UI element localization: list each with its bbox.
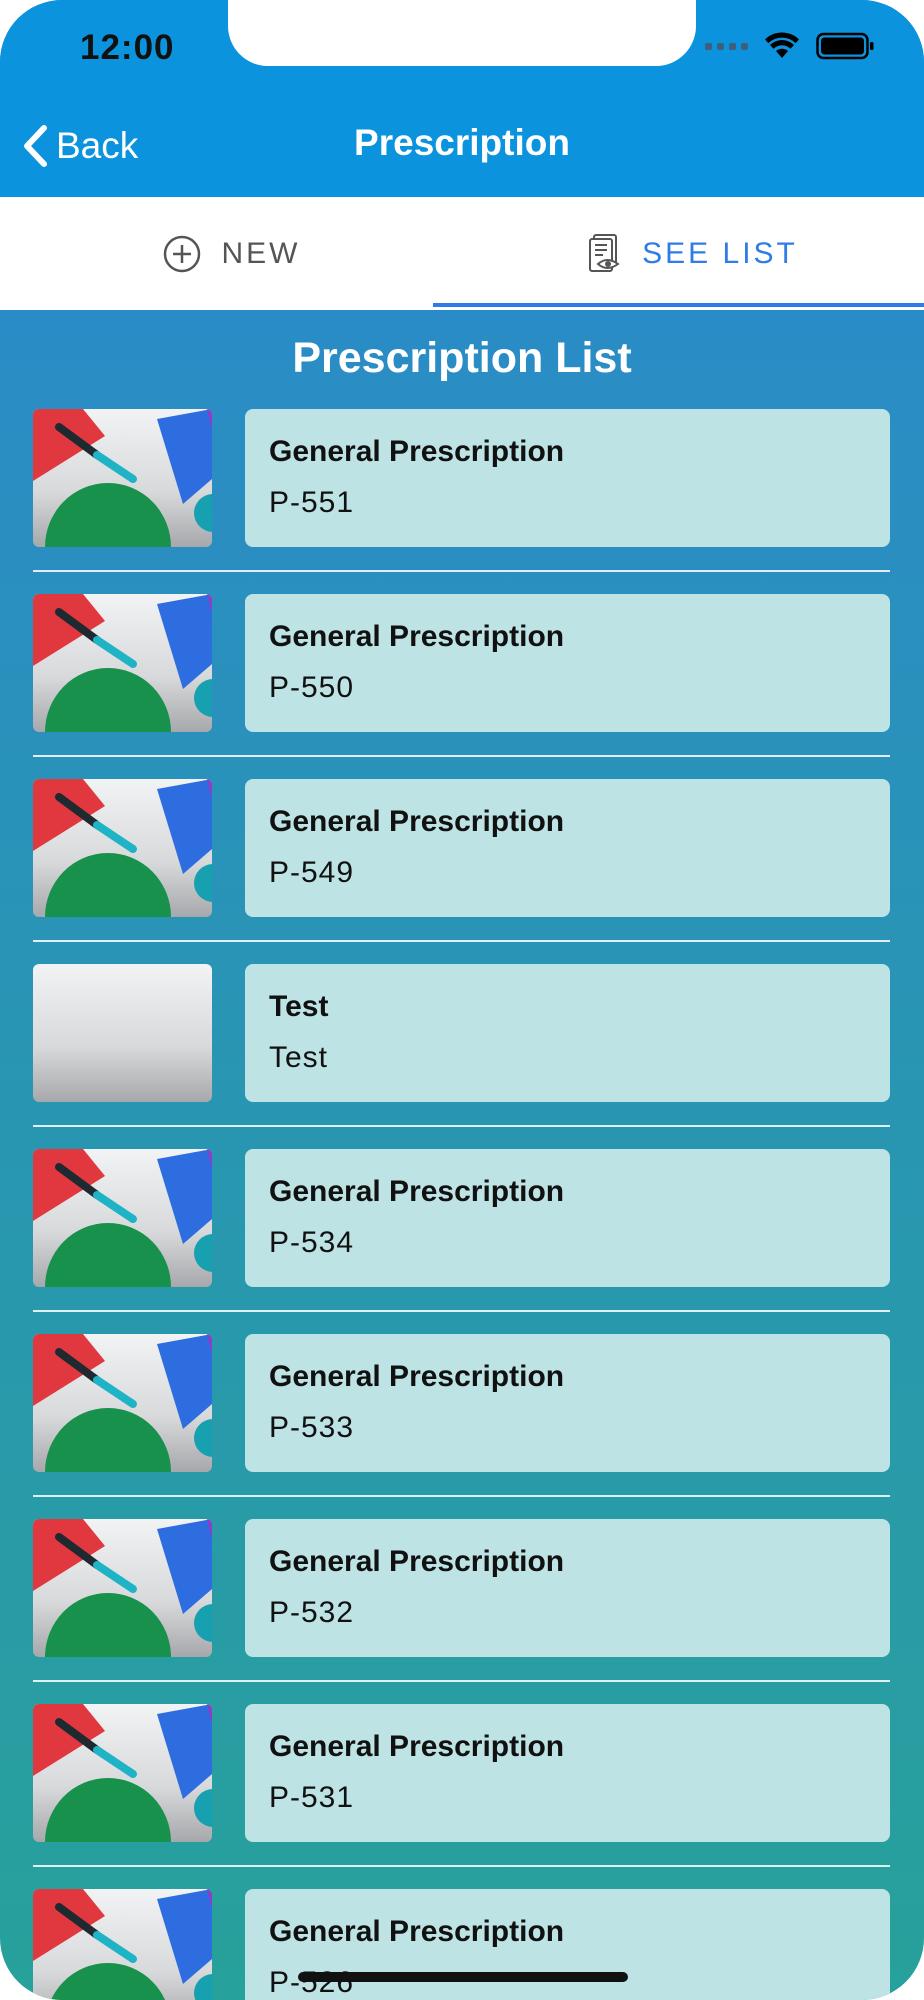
prescription-title: Test: [269, 990, 329, 1023]
row-divider: [33, 755, 890, 757]
prescription-thumbnail: [33, 409, 212, 547]
row-divider: [33, 1680, 890, 1682]
prescription-card[interactable]: General Prescription P-549: [245, 779, 890, 917]
prescription-title: General Prescription: [269, 435, 565, 468]
prescription-id: P-550: [269, 671, 355, 704]
row-divider: [33, 570, 890, 572]
app-header: 12:00 Back Prescription: [0, 0, 924, 197]
row-divider: [33, 1495, 890, 1497]
prescription-title: General Prescription: [269, 1175, 565, 1208]
prescription-title: General Prescription: [269, 1915, 565, 1948]
list-item[interactable]: General Prescription P-526: [0, 1889, 924, 2000]
row-divider: [33, 1865, 890, 1867]
prescription-card[interactable]: General Prescription P-533: [245, 1334, 890, 1472]
prescription-card[interactable]: General Prescription P-526: [245, 1889, 890, 2000]
document-eye-icon: [589, 233, 620, 272]
list-item[interactable]: General Prescription P-533: [0, 1334, 924, 1519]
tab-see-list[interactable]: SEE LIST: [462, 197, 924, 310]
battery-icon: [816, 32, 874, 60]
cellular-signal-icon: [705, 42, 748, 50]
tab-new[interactable]: NEW: [0, 197, 462, 310]
status-time: 12:00: [80, 28, 175, 67]
wifi-icon: [765, 32, 799, 58]
prescription-title: General Prescription: [269, 1545, 565, 1578]
row-divider: [33, 940, 890, 942]
list-item[interactable]: General Prescription P-532: [0, 1519, 924, 1704]
tab-see-list-label: SEE LIST: [642, 236, 798, 270]
screen: 12:00 Back Prescription NEW SEE LIST Pre…: [0, 0, 924, 2000]
prescription-id: P-549: [269, 856, 355, 889]
list-item[interactable]: Test Test: [0, 964, 924, 1149]
prescription-card[interactable]: General Prescription P-550: [245, 594, 890, 732]
prescription-thumbnail: [33, 1334, 212, 1472]
page-title: Prescription: [354, 122, 570, 163]
list-item[interactable]: General Prescription P-551: [0, 409, 924, 594]
prescription-thumbnail: [33, 1704, 212, 1842]
prescription-thumbnail: [33, 1889, 212, 2000]
list-item[interactable]: General Prescription P-534: [0, 1149, 924, 1334]
device-notch: [228, 0, 696, 66]
list-item[interactable]: General Prescription P-549: [0, 779, 924, 964]
tab-bar: NEW SEE LIST: [0, 197, 924, 310]
selected-tab-indicator: [433, 303, 924, 307]
prescription-thumbnail: [33, 594, 212, 732]
prescription-card[interactable]: General Prescription P-531: [245, 1704, 890, 1842]
prescription-title: General Prescription: [269, 1730, 565, 1763]
prescription-id: P-534: [269, 1226, 355, 1259]
prescription-thumbnail: [33, 779, 212, 917]
prescription-title: General Prescription: [269, 620, 565, 653]
row-divider: [33, 1310, 890, 1312]
blank-thumbnail: [33, 964, 212, 1102]
prescription-thumbnail: [33, 1519, 212, 1657]
prescription-id: P-532: [269, 1596, 355, 1629]
prescription-id: P-533: [269, 1411, 355, 1444]
plus-circle-icon: [163, 235, 200, 272]
home-indicator: [298, 1972, 628, 1982]
prescription-id: P-551: [269, 486, 355, 519]
prescription-id: P-531: [269, 1781, 355, 1814]
list-title: Prescription List: [292, 334, 632, 382]
list-item[interactable]: General Prescription P-550: [0, 594, 924, 779]
prescription-thumbnail: [33, 1149, 212, 1287]
prescription-card[interactable]: General Prescription P-532: [245, 1519, 890, 1657]
prescription-card[interactable]: Test Test: [245, 964, 890, 1102]
list-item[interactable]: General Prescription P-531: [0, 1704, 924, 1889]
prescription-card[interactable]: General Prescription P-551: [245, 409, 890, 547]
status-icons: [705, 32, 874, 60]
tab-new-label: NEW: [221, 236, 301, 270]
prescription-list: General Prescription P-551 General Prescr…: [0, 409, 924, 2000]
prescription-title: General Prescription: [269, 805, 565, 838]
prescription-title: General Prescription: [269, 1360, 565, 1393]
prescription-id: Test: [269, 1041, 329, 1074]
row-divider: [33, 1125, 890, 1127]
prescription-card[interactable]: General Prescription P-534: [245, 1149, 890, 1287]
